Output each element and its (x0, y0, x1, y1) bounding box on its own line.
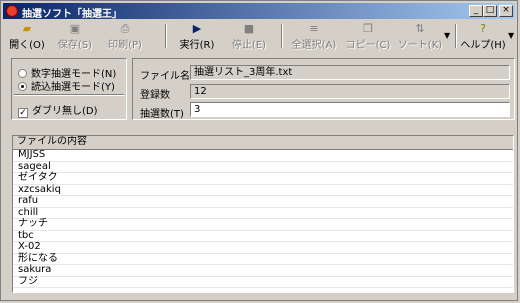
stop-icon: ■ (243, 22, 255, 35)
list-item[interactable]: ゼイタク (13, 172, 513, 185)
list-item[interactable]: 形になる (13, 253, 513, 265)
select-all-button[interactable]: ≡ 全選択(A) (287, 21, 341, 52)
save-button[interactable]: ▣ 保存(S) (51, 21, 99, 52)
list-header: ファイルの内容 (13, 136, 513, 150)
file-info-group: ファイル名 抽選リスト_3周年.txt 登録数 12 抽選数(T) 3 (132, 58, 515, 120)
mode-divider (14, 94, 124, 96)
draw-count-label: 抽選数(T) (140, 109, 184, 120)
sort-az-icon: ⇅ (415, 22, 425, 35)
list-item[interactable]: tbc (13, 230, 513, 242)
sort-button[interactable]: ⇅ ソート(K) (395, 21, 445, 52)
save-disk-icon: ▣ (69, 22, 81, 35)
list-item[interactable]: MJJSS (13, 149, 513, 162)
registered-count-field: 12 (190, 84, 510, 99)
filename-label: ファイル名 (140, 71, 190, 82)
title-bar[interactable]: 抽選ソフト「抽選王」 _ □ × (3, 3, 515, 20)
list-item[interactable]: xzcsakiq (13, 184, 513, 196)
checkmark-icon: ✓ (18, 108, 28, 118)
open-folder-icon: ▰ (22, 22, 32, 35)
list-item[interactable]: chill (13, 207, 513, 219)
app-icon (6, 5, 18, 17)
list-empty-row (13, 288, 513, 292)
no-duplicate-checkbox[interactable]: ✓ ダブリ無し(D) (18, 102, 98, 118)
run-button[interactable]: ▶ 実行(R) (173, 21, 221, 52)
toolbar-separator (455, 24, 457, 48)
help-icon: ? (480, 22, 486, 35)
list-item[interactable]: フジ (13, 276, 513, 288)
close-button[interactable]: × (499, 5, 513, 17)
maximize-button[interactable]: □ (483, 5, 497, 17)
toolbar-separator (281, 24, 283, 48)
list-body: MJJSS sageal ゼイタク xzcsakiq rafu chill ナッチ tbc X-… (13, 149, 513, 292)
toolbar: ▰ 開く(O) ▣ 保存(S) ⎙ 印刷(P) ▶ 実行(R) ■ 停止(E) … (3, 21, 515, 52)
list-item[interactable]: X-02 (13, 241, 513, 254)
file-contents-list[interactable]: ファイルの内容 MJJSS sageal ゼイタク xzcsakiq rafu chill… (12, 135, 514, 293)
list-item[interactable]: ナッチ (13, 218, 513, 231)
copy-button[interactable]: ❐ コピー(C) (343, 21, 393, 52)
copy-icon: ❐ (363, 22, 373, 35)
list-item[interactable]: rafu (13, 195, 513, 208)
radio-indicator (18, 82, 27, 91)
draw-count-input[interactable]: 3 (190, 102, 510, 117)
sort-dropdown-arrow-icon[interactable]: ▼ (444, 31, 450, 40)
numeric-mode-radio[interactable]: 数字抽選モード(N) (18, 65, 116, 80)
mode-group: 数字抽選モード(N) 読込抽選モード(Y) ✓ ダブリ無し(D) (11, 58, 127, 120)
play-icon: ▶ (192, 22, 202, 35)
radio-indicator (18, 69, 27, 78)
help-dropdown-arrow-icon[interactable]: ▼ (508, 31, 514, 40)
list-item[interactable]: sageal (13, 161, 513, 173)
print-button[interactable]: ⎙ 印刷(P) (101, 21, 149, 52)
filename-field: 抽選リスト_3周年.txt (190, 65, 510, 80)
select-all-icon: ≡ (309, 22, 319, 35)
print-icon: ⎙ (120, 22, 130, 35)
window-title: 抽選ソフト「抽選王」 (22, 9, 122, 20)
load-mode-radio[interactable]: 読込抽選モード(Y) (18, 78, 115, 93)
registered-count-label: 登録数 (140, 90, 170, 101)
help-button[interactable]: ? ヘルプ(H) (459, 21, 507, 52)
open-button[interactable]: ▰ 開く(O) (5, 21, 49, 52)
toolbar-separator (165, 24, 167, 48)
list-item[interactable]: sakura (13, 264, 513, 277)
main-window: 抽選ソフト「抽選王」 _ □ × ▰ 開く(O) ▣ 保存(S) ⎙ 印刷(P)… (0, 0, 518, 301)
stop-button[interactable]: ■ 停止(E) (225, 21, 273, 52)
minimize-button[interactable]: _ (469, 5, 483, 17)
